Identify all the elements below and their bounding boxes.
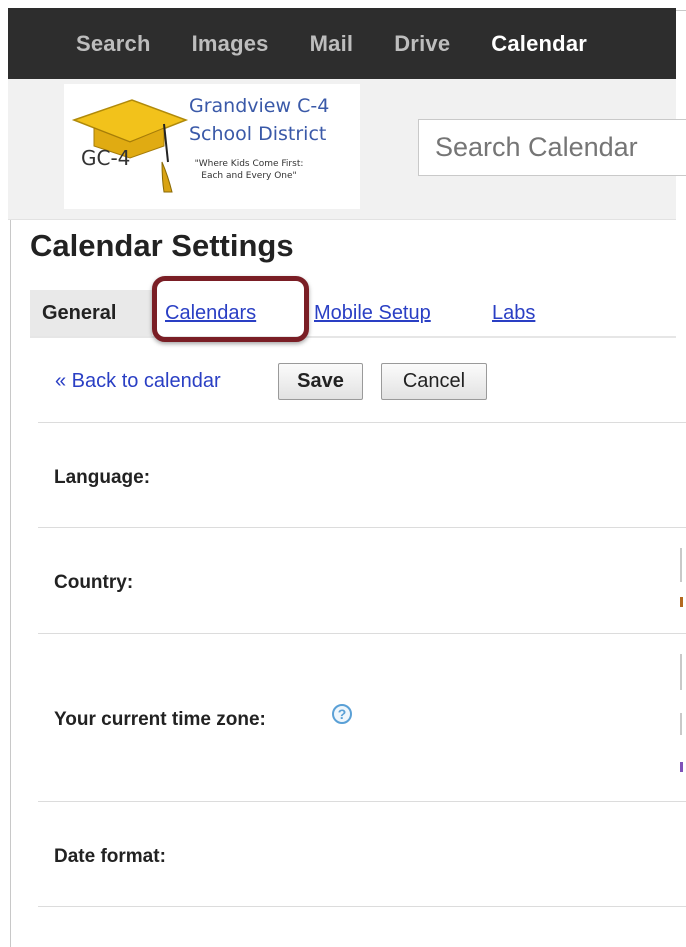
logo-title-line1: Grandview C-4 [189,95,330,117]
country-link-edge[interactable] [680,597,683,607]
country-label: Country: [54,572,134,593]
back-to-calendar-link[interactable]: « Back to calendar [55,370,221,393]
logo-tagline-line1: "Where Kids Come First: [194,159,304,169]
tab-general[interactable]: General [30,290,152,336]
nav-mail[interactable]: Mail [310,31,354,57]
cancel-button[interactable]: Cancel [381,363,487,400]
timezone-link-edge[interactable] [680,762,683,772]
row-divider [38,422,686,423]
date-format-label: Date format: [54,846,166,867]
settings-tabs: General Calendars Mobile Setup Labs [30,290,676,338]
tab-calendars[interactable]: Calendars [165,290,256,336]
language-label: Language: [54,467,151,488]
settings-action-row: « Back to calendar Save Cancel [0,360,686,406]
district-logo[interactable]: GC-4 Grandview C-4 School District "Wher… [64,84,360,209]
logo-title-line2: School District [189,123,327,145]
nav-calendar[interactable]: Calendar [491,31,587,57]
tab-labs[interactable]: Labs [492,290,535,336]
row-divider [38,906,686,907]
top-navigation-bar: Search Images Mail Drive Calendar [8,8,676,79]
search-calendar-input[interactable] [418,119,686,176]
timezone-label: Your current time zone: [54,709,266,730]
page-title: Calendar Settings [30,228,294,263]
logo-mark: GC-4 [81,146,131,170]
header-band: GC-4 Grandview C-4 School District "Wher… [8,79,686,220]
row-divider [38,527,686,528]
save-button[interactable]: Save [278,363,363,400]
tab-mobile-setup[interactable]: Mobile Setup [314,290,431,336]
nav-images[interactable]: Images [192,31,269,57]
country-select-edge[interactable] [680,548,682,582]
timezone-select-edge[interactable] [680,654,682,690]
help-icon[interactable]: ? [332,704,352,724]
logo-tagline-line2: Each and Every One" [201,171,297,181]
nav-drive[interactable]: Drive [394,31,450,57]
row-divider [38,633,686,634]
timezone-checkbox-edge[interactable] [680,713,682,735]
row-divider [38,801,686,802]
nav-search[interactable]: Search [76,31,151,57]
